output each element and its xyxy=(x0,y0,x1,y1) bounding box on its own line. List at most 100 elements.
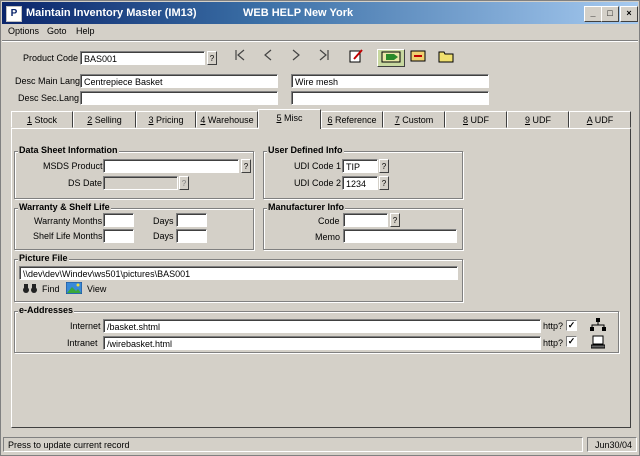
first-record-button[interactable] xyxy=(231,49,249,65)
intranet-http-label: http? xyxy=(543,338,564,348)
product-code-lookup-button[interactable]: ? xyxy=(207,51,217,65)
menu-goto[interactable]: Goto xyxy=(47,26,67,36)
manufacturer-code-input[interactable] xyxy=(343,213,388,227)
ds-date-label: DS Date xyxy=(68,178,103,188)
udi-code-2-input[interactable]: 1234 xyxy=(342,176,378,190)
ds-date-lookup-button[interactable]: ? xyxy=(179,176,189,190)
tab-strip: 1 Stock 2 Selling 3 Pricing 4 Warehouse … xyxy=(11,109,631,129)
tab-stock[interactable]: 1 Stock xyxy=(11,111,73,128)
manufacturer-title: Manufacturer Info xyxy=(267,202,346,212)
update-record-icon xyxy=(381,51,401,63)
desc-sec-input-2[interactable] xyxy=(291,91,489,105)
binoculars-icon xyxy=(23,284,37,293)
minimize-button[interactable]: _ xyxy=(584,6,602,22)
tab-reference-label: Reference xyxy=(335,115,377,125)
msds-product-input[interactable] xyxy=(103,159,239,173)
maximize-button[interactable]: □ xyxy=(601,6,619,22)
warranty-months-label: Warranty Months xyxy=(34,216,103,226)
misc-tab-panel: Data Sheet Information MSDS Product ? DS… xyxy=(11,128,631,428)
tab-udf-9[interactable]: 9 UDF xyxy=(507,111,569,128)
open-folder-button[interactable] xyxy=(437,49,455,65)
prev-record-button[interactable] xyxy=(259,49,277,65)
intranet-http-checkbox[interactable]: ✓ xyxy=(566,336,577,347)
tab-udf-8-num: 8 xyxy=(462,115,468,125)
tab-udf-8[interactable]: 8 UDF xyxy=(445,111,507,128)
shelf-life-months-input[interactable] xyxy=(103,229,134,243)
product-code-input[interactable]: BAS001 xyxy=(80,51,205,65)
tab-selling-num: 2 xyxy=(87,115,93,125)
tab-selling[interactable]: 2 Selling xyxy=(73,111,136,128)
menu-options[interactable]: Options xyxy=(8,26,39,36)
tab-warehouse[interactable]: 4 Warehouse xyxy=(196,111,258,128)
manufacturer-memo-input[interactable] xyxy=(343,229,457,243)
delete-record-button[interactable] xyxy=(409,49,427,65)
close-button[interactable]: × xyxy=(620,6,638,22)
internet-input[interactable]: /basket.shtml xyxy=(103,319,541,333)
picture-icon xyxy=(66,282,82,294)
status-bar: Press to update current record Jun30/04 xyxy=(3,437,637,453)
folder-icon xyxy=(438,51,454,63)
shelf-life-months-label: Shelf Life Months xyxy=(33,231,103,241)
tab-stock-label: Stock xyxy=(34,115,58,125)
menu-help[interactable]: Help xyxy=(76,26,95,36)
update-record-button[interactable] xyxy=(377,49,405,67)
edit-button[interactable] xyxy=(347,49,365,65)
next-record-icon xyxy=(292,49,300,61)
desc-main-input[interactable]: Centrepiece Basket xyxy=(80,74,278,88)
product-code-label: Product Code xyxy=(23,53,79,63)
tab-custom-num: 7 xyxy=(394,115,400,125)
manufacturer-memo-label: Memo xyxy=(315,232,341,242)
shelf-days-input[interactable] xyxy=(176,229,207,243)
manufacturer-code-lookup-button[interactable]: ? xyxy=(390,213,400,227)
intranet-label: Intranet xyxy=(67,338,98,348)
user-defined-title: User Defined Info xyxy=(267,145,344,155)
computer-button[interactable] xyxy=(590,335,606,349)
web-help-label: WEB HELP xyxy=(243,7,302,19)
udi-code-1-label: UDI Code 1 xyxy=(294,161,342,171)
tab-reference-num: 6 xyxy=(327,115,333,125)
last-record-icon xyxy=(319,49,329,61)
title-bar[interactable]: P Maintain Inventory Master (IM13) WEB H… xyxy=(2,2,638,24)
desc-sec-input[interactable] xyxy=(80,91,278,105)
udi-code-2-lookup-button[interactable]: ? xyxy=(379,176,389,190)
tab-warehouse-num: 4 xyxy=(200,115,206,125)
app-icon[interactable]: P xyxy=(6,6,22,22)
ds-date-input[interactable] xyxy=(103,176,178,190)
tab-misc-num: 5 xyxy=(276,113,282,123)
tab-udf-9-num: 9 xyxy=(524,115,530,125)
tab-udf-a[interactable]: A UDF xyxy=(569,111,631,128)
network-icon xyxy=(590,318,606,331)
warranty-months-input[interactable] xyxy=(103,213,134,227)
tab-reference[interactable]: 6 Reference xyxy=(321,111,383,128)
last-record-button[interactable] xyxy=(315,49,333,65)
warranty-group: Warranty & Shelf Life xyxy=(14,202,254,250)
picture-path-input[interactable]: \\dev\dev\Windev\ws501\pictures\BAS001 xyxy=(19,266,458,280)
tab-custom-label: Custom xyxy=(402,115,434,125)
warranty-title: Warranty & Shelf Life xyxy=(18,202,111,212)
delete-icon xyxy=(410,50,426,62)
menu-divider-highlight xyxy=(2,41,638,42)
tab-selling-label: Selling xyxy=(94,115,122,125)
desc-main-input-2[interactable]: Wire mesh xyxy=(291,74,489,88)
network-button[interactable] xyxy=(590,318,606,332)
computer-icon xyxy=(590,335,606,349)
view-label: View xyxy=(87,284,107,294)
tab-udf-a-label: UDF xyxy=(594,115,614,125)
data-sheet-title: Data Sheet Information xyxy=(18,145,119,155)
tab-misc-label: Misc xyxy=(284,113,303,123)
udi-code-1-lookup-button[interactable]: ? xyxy=(379,159,389,173)
udi-code-2-label: UDI Code 2 xyxy=(294,178,342,188)
tab-udf-9-label: UDF xyxy=(532,115,552,125)
tab-pricing[interactable]: 3 Pricing xyxy=(136,111,196,128)
warranty-days-input[interactable] xyxy=(176,213,207,227)
tab-custom[interactable]: 7 Custom xyxy=(383,111,445,128)
intranet-input[interactable]: /wirebasket.html xyxy=(103,336,541,350)
udi-code-1-input[interactable]: TIP xyxy=(342,159,378,173)
tab-pricing-num: 3 xyxy=(148,115,154,125)
next-record-button[interactable] xyxy=(287,49,305,65)
status-message: Press to update current record xyxy=(3,437,583,452)
tab-misc[interactable]: 5 Misc xyxy=(258,109,321,129)
prev-record-icon xyxy=(264,49,272,61)
internet-http-checkbox[interactable]: ✓ xyxy=(566,320,577,331)
msds-lookup-button[interactable]: ? xyxy=(241,159,251,173)
